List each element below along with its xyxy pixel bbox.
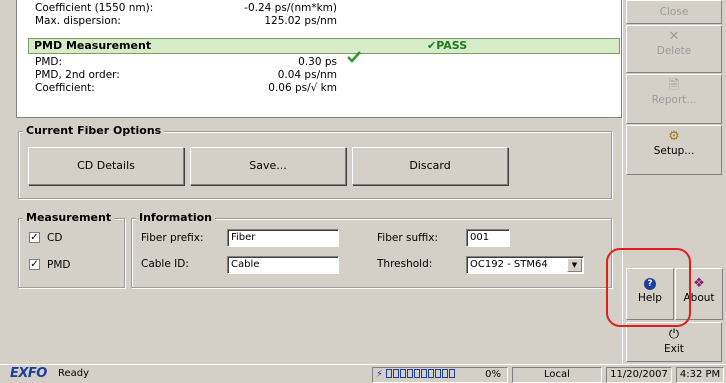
help-highlight-annotation <box>606 248 691 327</box>
setup-label: Setup... <box>653 145 695 157</box>
threshold-value: OC192 - STM64 <box>470 259 548 270</box>
measurement-title: Measurement <box>23 211 115 224</box>
measurement-group <box>18 218 125 288</box>
pmd-value: 0.30 ps <box>298 56 337 68</box>
cd-checkbox[interactable]: ✓ <box>29 232 40 243</box>
battery-percent: 0% <box>485 369 501 380</box>
delete-button[interactable]: ✕ Delete <box>626 25 722 73</box>
time-mode: Local <box>512 367 602 383</box>
results-panel: Coefficient (1550 nm): -0.24 ps/(nm*km) … <box>16 0 622 118</box>
max-dispersion-label: Max. dispersion: <box>35 15 121 27</box>
max-dispersion-value: 125.02 ps/nm <box>264 15 337 27</box>
pmd-row: PMD: 0.30 ps <box>17 56 621 69</box>
cd-checkbox-label: CD <box>47 232 63 244</box>
pmd-measurement-title: PMD Measurement <box>34 39 152 52</box>
cd-details-button[interactable]: CD Details <box>28 147 184 185</box>
pmd-2nd-order-row: PMD, 2nd order: 0.04 ps/nm <box>17 69 621 82</box>
report-icon: 🗎 <box>668 78 680 93</box>
current-fiber-options-title: Current Fiber Options <box>23 124 165 137</box>
cd-coefficient-value: -0.24 ps/(nm*km) <box>244 2 337 14</box>
cable-id-field[interactable]: Cable <box>227 256 339 274</box>
pmd-2nd-order-value: 0.04 ps/nm <box>277 69 337 81</box>
pmd-label: PMD: <box>35 56 63 68</box>
status-date: 11/20/2007 <box>606 367 672 383</box>
status-bar: EXFO Ready ⚡ 0% Local 11/20/2007 4:32 PM <box>0 364 726 383</box>
battery-gauge <box>386 369 456 380</box>
power-icon: ⏻ <box>668 327 680 342</box>
pmd-coefficient-value: 0.06 ps/√ km <box>268 82 337 94</box>
threshold-select[interactable]: OC192 - STM64 ▼ <box>466 256 584 274</box>
setup-icon: ⚙ <box>668 129 680 144</box>
threshold-label: Threshold: <box>377 258 433 270</box>
fiber-prefix-label: Fiber prefix: <box>141 232 204 244</box>
delete-x-icon: ✕ <box>668 29 680 44</box>
pmd-coefficient-label: Coefficient: <box>35 82 95 94</box>
pmd-2nd-order-label: PMD, 2nd order: <box>35 69 120 81</box>
pmd-check-icon <box>347 51 361 63</box>
fiber-suffix-label: Fiber suffix: <box>377 232 439 244</box>
delete-label: Delete <box>656 45 692 57</box>
status-text: Ready <box>58 368 90 379</box>
pass-check-icon: ✔ <box>427 39 437 52</box>
close-button[interactable]: Close <box>626 0 722 24</box>
max-dispersion-row: Max. dispersion: 125.02 ps/nm <box>17 15 621 28</box>
report-button[interactable]: 🗎 Report... <box>626 74 722 124</box>
information-title: Information <box>136 211 215 224</box>
pmd-checkbox[interactable]: ✓ <box>29 259 40 270</box>
save-button[interactable]: Save... <box>190 147 346 185</box>
discard-button[interactable]: Discard <box>352 147 508 185</box>
pmd-pass-status: ✔PASS <box>427 39 468 52</box>
setup-button[interactable]: ⚙ Setup... <box>626 125 722 175</box>
pmd-measurement-header: PMD Measurement ✔PASS <box>28 38 620 54</box>
cd-coefficient-row: Coefficient (1550 nm): -0.24 ps/(nm*km) <box>17 2 621 15</box>
fiber-suffix-field[interactable]: 001 <box>466 229 510 247</box>
cd-coefficient-label: Coefficient (1550 nm): <box>35 2 154 14</box>
information-group <box>131 218 612 288</box>
exit-button[interactable]: ⏻ Exit <box>626 322 722 362</box>
exfo-logo: EXFO <box>10 366 47 381</box>
exit-label: Exit <box>664 343 684 355</box>
cable-id-label: Cable ID: <box>141 258 189 270</box>
dropdown-arrow-icon[interactable]: ▼ <box>567 258 582 272</box>
status-time: 4:32 PM <box>676 367 724 383</box>
pmd-checkbox-label: PMD <box>47 259 71 271</box>
report-label: Report... <box>651 94 697 106</box>
battery-cell: ⚡ 0% <box>372 367 508 383</box>
plug-icon: ⚡ <box>376 369 384 380</box>
fiber-prefix-field[interactable]: Fiber <box>227 229 339 247</box>
pmd-coefficient-row: Coefficient: 0.06 ps/√ km <box>17 82 621 95</box>
